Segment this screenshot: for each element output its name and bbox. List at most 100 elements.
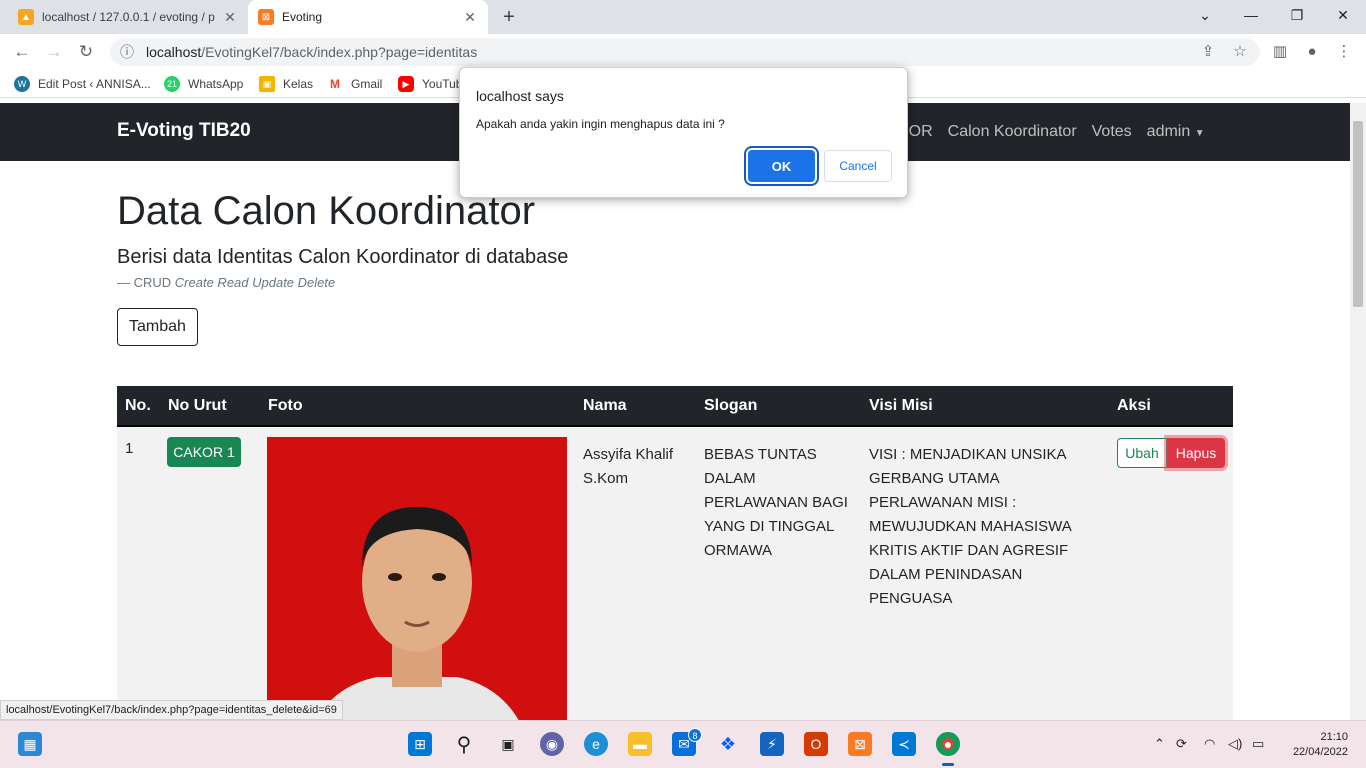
cancel-button[interactable]: Cancel — [824, 150, 892, 182]
close-window-button[interactable]: ✕ — [1320, 0, 1366, 32]
new-tab-button[interactable]: + — [498, 6, 520, 29]
cell-no: 1 — [125, 440, 134, 457]
page-lead: Berisi data Identitas Calon Koordinator … — [117, 246, 569, 268]
clock-date: 22/04/2022 — [1292, 746, 1348, 758]
edit-button[interactable]: Ubah — [1117, 438, 1167, 468]
chrome-icon[interactable]: ● — [936, 732, 960, 756]
bookmark-star-icon[interactable]: ☆ — [1228, 40, 1252, 64]
dropbox-icon[interactable]: ❖ — [716, 732, 740, 756]
bookmark-label: Kelas — [283, 77, 314, 91]
phpmyadmin-icon: ▲ — [18, 9, 34, 25]
xampp-icon[interactable]: ⊠ — [848, 732, 872, 756]
wordpress-icon: W — [14, 76, 30, 92]
dialog-message: Apakah anda yakin ingin menghapus data i… — [476, 117, 725, 131]
header-slogan: Slogan — [704, 397, 758, 414]
bookmark-label: Gmail — [351, 77, 383, 91]
edge-icon[interactable]: e — [584, 732, 608, 756]
task-view-icon[interactable]: ▣ — [496, 732, 520, 756]
wifi-icon[interactable]: ◠ — [1204, 736, 1215, 752]
nav-link-votes[interactable]: Votes — [1092, 123, 1132, 141]
chevron-up-icon[interactable]: ⌃ — [1154, 736, 1165, 752]
tab-title: localhost / 127.0.0.1 / evoting / p — [42, 10, 215, 24]
admin-label: admin — [1146, 123, 1191, 140]
vscode-icon[interactable]: ≺ — [892, 732, 916, 756]
cell-visi-misi: VISI : MENJADIKAN UNSIKA GERBANG UTAMA P… — [869, 446, 1071, 607]
app-icon[interactable]: ⚡ — [760, 732, 784, 756]
bookmark-label: Edit Post ‹ ANNISA... — [38, 77, 151, 91]
back-button[interactable]: ← — [10, 40, 34, 64]
nav-dropdown-admin[interactable]: admin ▼ — [1147, 123, 1205, 141]
mail-badge: 8 — [688, 728, 702, 742]
site-brand[interactable]: E-Voting TIB20 — [117, 120, 251, 142]
sync-icon[interactable]: ⟳ — [1176, 736, 1187, 752]
gmail-icon: M — [327, 76, 343, 92]
volume-icon[interactable]: ◁) — [1228, 736, 1242, 752]
windows-taskbar: ▦ ⊞ ⚲ ▣ ◉ e ▬ ✉ 8 ❖ ⚡ O ⊠ ≺ ● ⌃ ⟳ ◠ ◁) ▭… — [0, 720, 1366, 768]
classroom-icon: ▣ — [259, 76, 275, 92]
bookmark-wordpress[interactable]: W Edit Post ‹ ANNISA... — [14, 76, 151, 92]
xampp-icon: ⊠ — [258, 9, 274, 25]
page-scrollbar[interactable] — [1350, 103, 1366, 720]
bookmark-whatsapp[interactable]: 21 WhatsApp — [164, 76, 243, 92]
close-tab-icon[interactable]: ✕ — [462, 9, 478, 26]
bookmark-youtube[interactable]: ▶ YouTub — [398, 76, 462, 92]
tab-evoting[interactable]: ⊠ Evoting ✕ — [248, 0, 488, 34]
address-host: localhost — [146, 44, 202, 60]
browser-toolbar: ← → ↻ ⓘ localhost/EvotingKel7/back/index… — [0, 34, 1366, 70]
crud-caption: — CRUD Create Read Update Delete — [117, 275, 335, 290]
close-tab-icon[interactable]: ✕ — [222, 9, 238, 26]
search-icon[interactable]: ⚲ — [452, 732, 476, 756]
no-urut-badge: CAKOR 1 — [167, 437, 241, 467]
nav-links: KOR Calon Koordinator Votes admin ▼ — [898, 123, 1205, 141]
system-clock[interactable]: 21:10 22/04/2022 — [1284, 730, 1348, 760]
tab-title: Evoting — [282, 10, 323, 24]
bookmark-label: YouTub — [422, 77, 463, 91]
tab-search-button[interactable]: ⌄ — [1182, 0, 1228, 32]
bookmark-label: WhatsApp — [188, 77, 244, 91]
start-icon[interactable]: ⊞ — [408, 732, 432, 756]
scrollbar-thumb[interactable] — [1353, 121, 1363, 307]
add-button[interactable]: Tambah — [117, 308, 198, 346]
active-app-indicator — [942, 763, 954, 766]
header-foto: Foto — [268, 397, 303, 414]
chat-icon[interactable]: ◉ — [540, 732, 564, 756]
side-panel-icon[interactable]: ▥ — [1268, 40, 1292, 64]
address-bar[interactable]: ⓘ localhost/EvotingKel7/back/index.php?p… — [110, 38, 1260, 66]
bookmark-gmail[interactable]: M Gmail — [327, 76, 382, 92]
nav-link-calon-koordinator[interactable]: Calon Koordinator — [948, 123, 1077, 141]
ok-button[interactable]: OK — [748, 150, 815, 182]
menu-icon[interactable]: ⋮ — [1332, 40, 1356, 64]
header-nama: Nama — [583, 397, 627, 414]
confirm-dialog: localhost says Apakah anda yakin ingin m… — [459, 67, 908, 198]
dialog-title: localhost says — [476, 88, 564, 104]
office-icon[interactable]: O — [804, 732, 828, 756]
link-status-bar: localhost/EvotingKel7/back/index.php?pag… — [0, 700, 343, 720]
battery-icon[interactable]: ▭ — [1252, 736, 1264, 752]
profile-avatar[interactable]: ● — [1300, 40, 1324, 64]
info-icon[interactable]: ⓘ — [120, 42, 134, 62]
cell-slogan: BEBAS TUNTAS DALAM PERLAWANAN BAGI YANG … — [704, 446, 848, 559]
address-path: /EvotingKel7/back/index.php?page=identit… — [201, 44, 478, 60]
header-aksi: Aksi — [1117, 397, 1151, 414]
minimize-button[interactable]: — — [1228, 0, 1274, 32]
reload-button[interactable]: ↻ — [74, 40, 98, 64]
tab-phpmyadmin[interactable]: ▲ localhost / 127.0.0.1 / evoting / p ✕ — [8, 0, 248, 34]
header-no-urut: No Urut — [168, 397, 227, 414]
crud-prefix: — CRUD — [117, 275, 172, 290]
forward-button[interactable]: → — [42, 40, 66, 64]
header-visi-misi: Visi Misi — [869, 397, 933, 414]
maximize-button[interactable]: ❐ — [1274, 0, 1320, 32]
caret-down-icon: ▼ — [1194, 128, 1205, 139]
table-header: No. No Urut Foto Nama Slogan Visi Misi A… — [117, 386, 1233, 427]
widgets-icon[interactable]: ▦ — [18, 732, 42, 756]
file-explorer-icon[interactable]: ▬ — [628, 732, 652, 756]
clock-time: 21:10 — [1320, 731, 1348, 743]
delete-button[interactable]: Hapus — [1167, 438, 1225, 468]
bookmark-kelas[interactable]: ▣ Kelas — [259, 76, 313, 92]
whatsapp-icon: 21 — [164, 76, 180, 92]
crud-italic: Create Read Update Delete — [174, 275, 336, 290]
share-icon[interactable]: ⇪ — [1196, 40, 1220, 64]
youtube-icon: ▶ — [398, 76, 414, 92]
cell-nama: Assyifa Khalif S.Kom — [583, 446, 674, 487]
person-portrait — [315, 507, 519, 720]
